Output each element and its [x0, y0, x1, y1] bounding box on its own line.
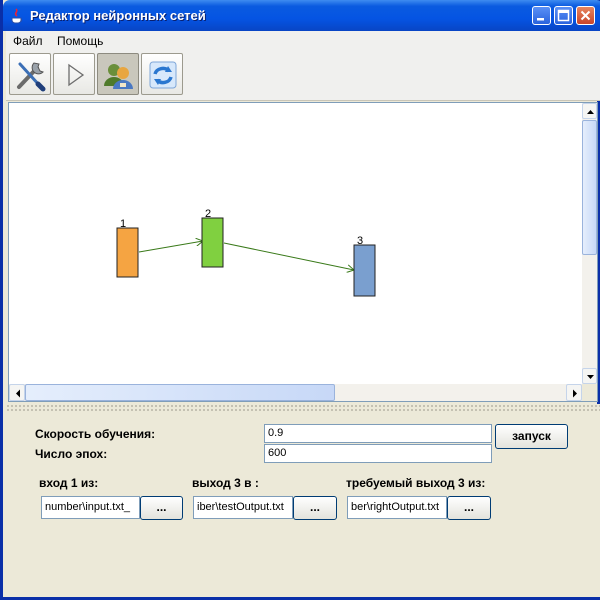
arrow-up-icon: [587, 110, 594, 114]
refresh-tool-button[interactable]: [141, 53, 183, 95]
neuron-node-2[interactable]: [201, 217, 224, 268]
input-browse-button[interactable]: ...: [140, 496, 183, 520]
java-icon: [10, 8, 24, 24]
horizontal-scroll-thumb[interactable]: [25, 384, 335, 401]
input-file-label: вход 1 из:: [39, 476, 99, 490]
settings-form: Скорость обучения: 0.9 запуск Число эпох…: [6, 412, 600, 597]
title-bar[interactable]: Редактор нейронных сетей: [3, 0, 600, 31]
menu-file[interactable]: Файл: [13, 34, 43, 48]
output-file-label: выход 3 в :: [192, 476, 259, 490]
maximize-button[interactable]: [554, 6, 573, 25]
vertical-scrollbar[interactable]: [582, 103, 597, 384]
required-output-label: требуемый выход 3 из:: [346, 476, 486, 490]
settings-tool-button[interactable]: [9, 53, 51, 95]
close-button[interactable]: [576, 6, 595, 25]
output-browse-button[interactable]: ...: [293, 496, 337, 520]
horizontal-scrollbar[interactable]: [9, 384, 582, 401]
vertical-scroll-thumb[interactable]: [582, 120, 597, 255]
run-tool-button[interactable]: [53, 53, 95, 95]
network-canvas[interactable]: 1 2 3: [9, 103, 582, 384]
arrow-left-icon: [16, 389, 20, 398]
required-output-browse-button[interactable]: ...: [447, 496, 491, 520]
refresh-icon: [149, 61, 177, 89]
users-tool-button[interactable]: [97, 53, 139, 95]
edge-2-3[interactable]: [223, 242, 354, 270]
arrow-right-icon: [573, 389, 577, 398]
neuron-label-2: 2: [205, 208, 211, 220]
scroll-down-button[interactable]: [582, 368, 597, 384]
run-play-icon: [68, 63, 85, 87]
epochs-label: Число эпох:: [35, 447, 108, 461]
input-file-field[interactable]: _number\input.txt: [41, 496, 140, 519]
users-icon: [104, 64, 133, 89]
run-button[interactable]: запуск: [495, 424, 568, 449]
split-pane-divider[interactable]: [6, 404, 600, 412]
settings-tools-icon: [17, 62, 46, 92]
neuron-node-3[interactable]: [353, 244, 376, 297]
scroll-left-button[interactable]: [9, 384, 25, 401]
output-file-field[interactable]: iber\testOutput.txt: [193, 496, 293, 519]
scroll-up-button[interactable]: [582, 103, 597, 119]
toolbar: [6, 51, 600, 101]
required-output-field[interactable]: ber\rightOutput.txt: [347, 496, 447, 519]
window-title: Редактор нейронных сетей: [30, 8, 206, 23]
neuron-label-1: 1: [120, 218, 126, 230]
scroll-corner: [582, 384, 597, 401]
network-editor-panel: 1 2 3: [8, 102, 598, 402]
edge-1-2[interactable]: [138, 241, 203, 253]
learning-rate-label: Скорость обучения:: [35, 427, 156, 441]
neuron-node-1[interactable]: [116, 227, 139, 278]
menu-help[interactable]: Помощь: [57, 34, 103, 48]
neuron-label-3: 3: [357, 235, 363, 247]
scroll-right-button[interactable]: [566, 384, 582, 401]
epochs-input[interactable]: 600: [264, 444, 492, 463]
minimize-button[interactable]: [532, 6, 551, 25]
arrow-down-icon: [587, 375, 594, 379]
menu-bar: Файл Помощь: [6, 31, 600, 51]
app-window: Редактор нейронных сетей Файл Помощь 1 2…: [0, 0, 600, 600]
learning-rate-input[interactable]: 0.9: [264, 424, 492, 443]
